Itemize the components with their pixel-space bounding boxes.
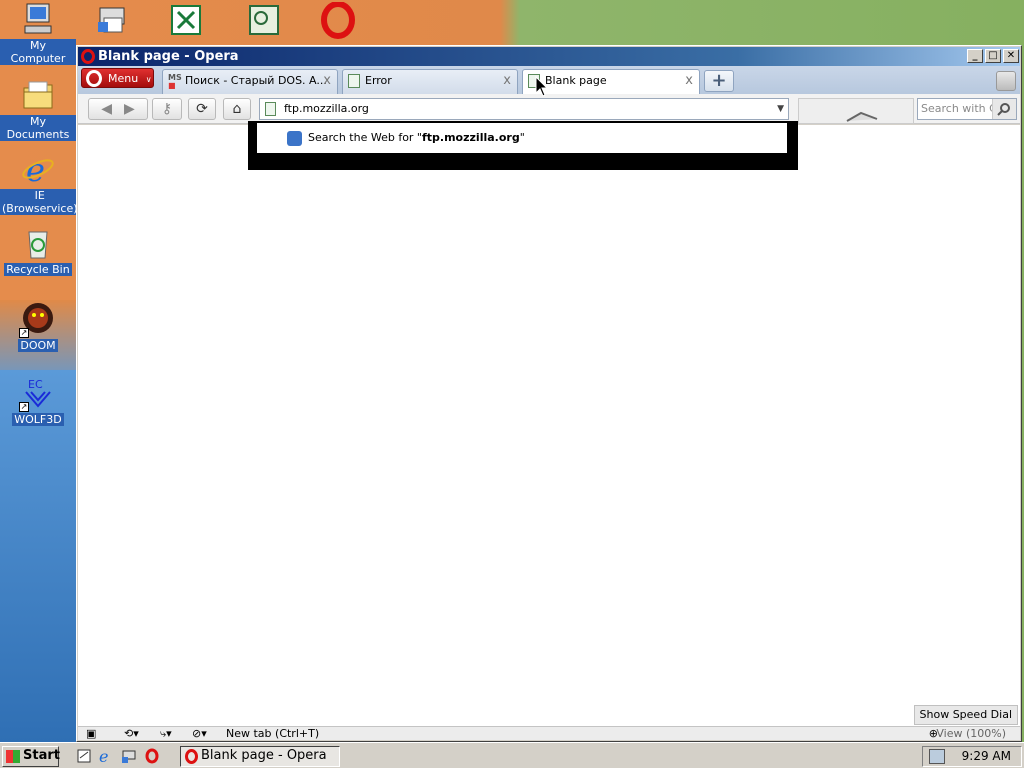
home-icon: ⌂: [232, 101, 242, 117]
msdn-favicon-icon: MS ■: [168, 73, 182, 90]
shortcut-arrow-icon: ↗: [19, 402, 29, 412]
excel-icon[interactable]: [168, 2, 204, 40]
back-button[interactable]: ◀ ▶: [88, 98, 148, 120]
system-tray: 9:29 AM: [922, 746, 1022, 767]
tab-search-old-dos[interactable]: MS ■ Поиск - Старый DOS. A... x: [162, 69, 338, 94]
close-tab-icon[interactable]: x: [503, 70, 511, 92]
search-field[interactable]: Search with Co: [917, 98, 1017, 120]
reload-button[interactable]: ⟳: [188, 98, 216, 120]
project-icon[interactable]: [246, 2, 282, 40]
show-speed-dial-button[interactable]: Show Speed Dial: [913, 705, 1018, 725]
opera-menu-button[interactable]: Menu ∨: [81, 68, 154, 88]
home-button[interactable]: ⌂: [223, 98, 251, 120]
window-title: Blank page - Opera: [98, 49, 239, 64]
taskbar: Start e Blank page - Opera 9:29 AM: [0, 742, 1024, 768]
tab-label: Error: [365, 74, 392, 87]
internet-explorer-icon[interactable]: e: [98, 747, 114, 766]
desktop-icon-wolf3d[interactable]: EC ↗ WOLF3D: [0, 376, 76, 426]
wolf3d-icon: EC ↗: [19, 376, 55, 412]
network-printer-icon[interactable]: [121, 748, 137, 764]
arrow-right-icon: ▶: [124, 101, 135, 117]
dropdown-arrow-icon[interactable]: ▼: [777, 99, 784, 119]
start-button[interactable]: Start: [2, 746, 60, 767]
new-tab-hint: New tab (Ctrl+T): [226, 727, 320, 740]
tab-strip: Menu ∨ MS ■ Поиск - Старый DOS. A... x Er…: [78, 66, 1020, 95]
page-content: Show Speed Dial: [78, 125, 1020, 726]
search-icon[interactable]: [992, 99, 1016, 119]
taskbar-button-label: Blank page - Opera: [201, 748, 327, 763]
desktop-icon-label: My Computer: [0, 39, 76, 65]
windows-logo-icon: [6, 750, 20, 763]
desktop-icon-recycle-bin[interactable]: Recycle Bin: [0, 226, 76, 276]
page-icon: [265, 102, 276, 116]
show-desktop-icon[interactable]: [76, 748, 92, 764]
address-bar[interactable]: ftp.mozzilla.org ▼: [259, 98, 789, 120]
turbo-icon[interactable]: ⊘▾: [192, 727, 207, 740]
desktop-icon-label: My Documents: [0, 115, 76, 141]
opera-logo-icon: [81, 49, 95, 64]
speed-dial-thumbnail: [798, 98, 914, 124]
opera-icon[interactable]: [320, 1, 356, 40]
close-tab-icon[interactable]: x: [685, 70, 693, 92]
navigation-toolbar: ◀ ▶ ⚷ ⟳ ⌂ ftp.mozzilla.org ▼ Search with …: [78, 94, 1020, 124]
share-icon[interactable]: ⤷▾: [160, 727, 172, 740]
clock[interactable]: 9:29 AM: [962, 747, 1011, 766]
internet-explorer-icon: e: [21, 151, 55, 189]
taskbar-button-opera[interactable]: Blank page - Opera: [180, 746, 340, 767]
close-button[interactable]: ✕: [1003, 49, 1019, 63]
search-web-suggestion[interactable]: Search the Web for "ftp.mozzilla.org": [257, 123, 787, 153]
suggestion-prefix: Search the Web for ": [308, 131, 422, 144]
desktop-icon-doom[interactable]: ↗ DOOM: [0, 302, 76, 352]
doom-icon: ↗: [19, 302, 55, 338]
tab-label: Поиск - Старый DOS. A...: [185, 74, 327, 87]
shortcut-arrow-icon: ↗: [19, 328, 29, 338]
computer-icon: [21, 2, 55, 36]
svg-text:e: e: [26, 152, 45, 186]
tab-label: Blank page: [545, 74, 607, 87]
new-tab-button[interactable]: +: [704, 70, 734, 92]
key-icon: ⚷: [161, 101, 173, 117]
window-titlebar[interactable]: Blank page - Opera _ □ ✕: [78, 47, 1020, 66]
desktop-icon-label: WOLF3D: [12, 413, 64, 426]
opera-logo-icon: [86, 70, 102, 87]
panel-toggle-icon[interactable]: ▣: [86, 727, 96, 740]
address-text: ftp.mozzilla.org: [284, 102, 369, 115]
chevron-down-icon: ∨: [145, 75, 152, 84]
sync-icon[interactable]: ⟲▾: [124, 727, 139, 740]
view-zoom-label[interactable]: View (100%): [936, 727, 1006, 740]
svg-text:e: e: [99, 748, 108, 764]
start-label: Start: [23, 748, 60, 763]
desktop-icon-label: DOOM: [18, 339, 58, 352]
menu-label: Menu: [108, 72, 139, 85]
network-printer-icon[interactable]: [94, 2, 130, 40]
desktop-icon-label: Recycle Bin: [4, 263, 72, 276]
desktop-icon-my-computer[interactable]: My Computer: [0, 2, 76, 65]
wand-key-button[interactable]: ⚷: [152, 98, 182, 120]
search-icon: [287, 131, 302, 146]
desktop-icon-label: IE (Browservice): [0, 189, 80, 215]
page-icon: [348, 74, 360, 88]
suggestion-suffix: ": [519, 131, 525, 144]
address-suggestions-dropdown: Search the Web for "ftp.mozzilla.org": [248, 121, 798, 170]
folder-icon: [21, 78, 55, 112]
tab-error[interactable]: Error x: [342, 69, 518, 94]
network-icon[interactable]: [929, 749, 945, 764]
opera-icon[interactable]: [144, 748, 160, 764]
arrow-left-icon: ◀: [101, 101, 112, 117]
desktop-icon-ie-browservice[interactable]: e IE (Browservice): [0, 151, 80, 215]
closed-tabs-trash-icon[interactable]: [996, 71, 1016, 91]
maximize-button[interactable]: □: [985, 49, 1001, 63]
opera-logo-icon: [185, 749, 198, 764]
recycle-bin-icon: [21, 226, 55, 260]
close-tab-icon[interactable]: x: [323, 70, 331, 92]
status-bar: ▣ ⟲▾ ⤷▾ ⊘▾ New tab (Ctrl+T) ⊕ View (100%…: [78, 726, 1020, 740]
svg-text:EC: EC: [28, 378, 43, 391]
reload-icon: ⟳: [196, 101, 208, 117]
desktop-icon-my-documents[interactable]: My Documents: [0, 78, 76, 141]
minimize-button[interactable]: _: [967, 49, 983, 63]
mouse-cursor-icon: [535, 76, 549, 97]
suggestion-query: ftp.mozzilla.org: [422, 131, 520, 144]
